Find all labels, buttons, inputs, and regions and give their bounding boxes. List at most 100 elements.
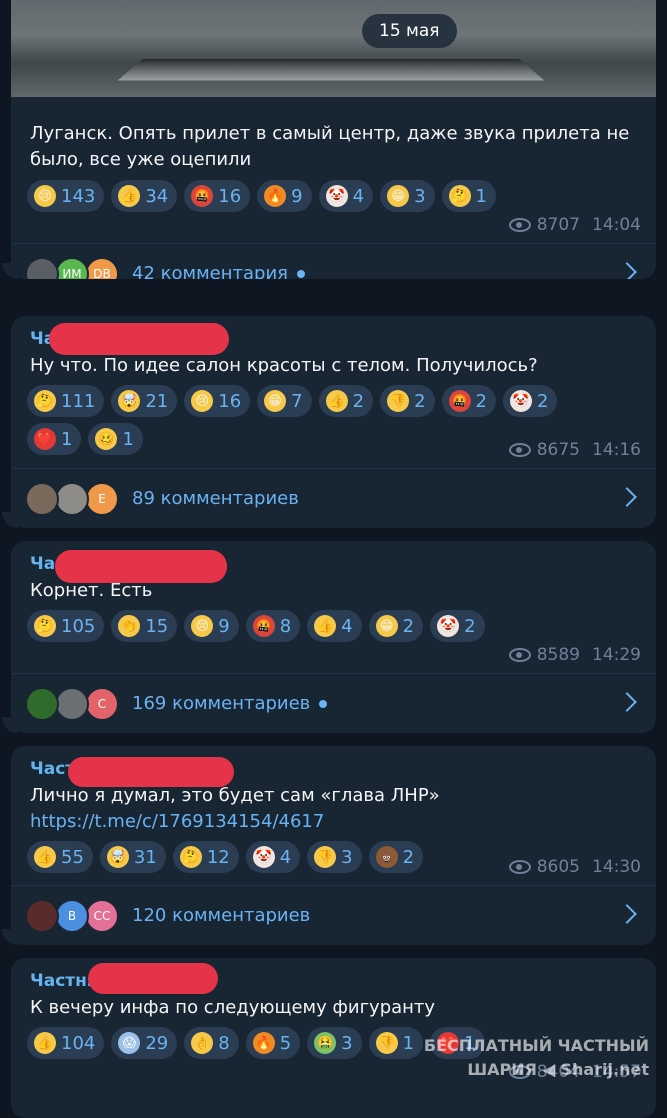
reaction-emoji-icon: 🤔 bbox=[179, 846, 202, 868]
commenter-avatar: B bbox=[55, 899, 89, 933]
comments-count[interactable]: 169 комментариев bbox=[132, 674, 328, 733]
comments-bar[interactable]: B CC 120 комментариев bbox=[11, 885, 656, 945]
reaction-chip[interactable]: 🤡 4 bbox=[318, 180, 374, 212]
reaction-chip[interactable]: 🥴 1 bbox=[88, 423, 143, 455]
post-text: Корнет. Есть bbox=[30, 580, 153, 601]
views-count: 8707 bbox=[536, 215, 580, 235]
reaction-chip[interactable]: 🤔 1 bbox=[441, 180, 496, 212]
reaction-emoji-icon: 👍 bbox=[325, 390, 348, 412]
reaction-count: 3 bbox=[414, 185, 426, 207]
reaction-chip[interactable]: 👌 8 bbox=[184, 1027, 239, 1059]
reaction-emoji-icon: 🤔 bbox=[34, 615, 56, 637]
reaction-chip[interactable]: 👍 2 bbox=[318, 385, 374, 417]
reaction-chip[interactable]: 👎 3 bbox=[307, 841, 362, 873]
reaction-chip[interactable]: 🤔 105 bbox=[27, 610, 105, 642]
reaction-chip[interactable]: ❤️ 1 bbox=[27, 423, 82, 455]
reaction-chip[interactable]: 😱 29 bbox=[111, 1027, 178, 1059]
comments-count[interactable]: 120 комментариев bbox=[132, 886, 310, 945]
reaction-chip[interactable]: 🤡 2 bbox=[502, 385, 558, 417]
post-text: Луганск. Опять прилет в самый центр, даж… bbox=[30, 123, 630, 170]
reaction-chip[interactable]: 🤔 111 bbox=[27, 385, 105, 417]
reaction-chip[interactable]: 😁 3 bbox=[380, 180, 435, 212]
bubble-tail bbox=[2, 512, 18, 528]
chevron-right-icon[interactable] bbox=[617, 692, 637, 712]
reaction-chip[interactable]: 👍 34 bbox=[111, 180, 178, 212]
post-photo[interactable] bbox=[11, 0, 656, 97]
post-2[interactable]: Ча…РИЯ Корнет. Есть 🤔105👏15😢9🤬8👍4😁2🤡2 85… bbox=[11, 541, 656, 733]
comments-bar[interactable]: ИМ DB 42 комментария bbox=[11, 243, 656, 279]
reaction-chip[interactable]: 👎 1 bbox=[368, 1027, 424, 1059]
reaction-chip[interactable]: 👍 4 bbox=[307, 610, 362, 642]
reaction-count: 7 bbox=[291, 390, 303, 412]
reaction-chip[interactable]: 🤬 16 bbox=[184, 180, 251, 212]
post-0[interactable]: Луганск. Опять прилет в самый центр, даж… bbox=[11, 0, 656, 279]
chevron-right-icon[interactable] bbox=[617, 262, 637, 279]
reaction-chip[interactable]: 👍 55 bbox=[27, 841, 93, 873]
commenter-avatar bbox=[55, 482, 89, 516]
reaction-chip[interactable]: 💩 2 bbox=[368, 841, 424, 873]
commenter-avatar bbox=[25, 257, 59, 279]
reaction-emoji-icon: 👏 bbox=[118, 615, 141, 637]
reaction-chip[interactable]: 🤡 2 bbox=[430, 610, 485, 642]
chevron-right-icon[interactable] bbox=[617, 487, 637, 507]
comments-count[interactable]: 42 комментария bbox=[132, 244, 305, 279]
photo-object bbox=[117, 58, 545, 81]
reaction-chip[interactable]: 🤮 3 bbox=[307, 1027, 362, 1059]
reaction-chip[interactable]: 😢 9 bbox=[184, 610, 239, 642]
comments-bar[interactable]: C 169 комментариев bbox=[11, 673, 656, 733]
reaction-chip[interactable]: 🔥 5 bbox=[245, 1027, 301, 1059]
reaction-chip[interactable]: 😢 16 bbox=[184, 385, 251, 417]
reaction-count: 2 bbox=[352, 390, 365, 412]
reaction-chip[interactable]: 🤯 31 bbox=[99, 841, 166, 873]
post-meta: 8675 14:16 bbox=[508, 440, 641, 460]
post-1[interactable]: Ча…РИЯ Ну что. По идее салон красоты с т… bbox=[11, 316, 656, 528]
reaction-chip[interactable]: 🤬 2 bbox=[441, 385, 496, 417]
views-count: 8675 bbox=[536, 440, 580, 460]
reaction-emoji-icon: 👍 bbox=[34, 846, 56, 868]
reaction-emoji-icon: 😁 bbox=[264, 390, 287, 412]
watermark: БЕСПЛАТНЫЙ ЧАСТНЫЙ ШАРИЯ ◀ Sharij.net bbox=[424, 1034, 649, 1082]
post-link[interactable]: https://t.me/c/1769134154/4617 bbox=[30, 811, 324, 832]
comments-label: 120 комментариев bbox=[132, 905, 311, 926]
reaction-chip[interactable]: 😁 2 bbox=[368, 610, 424, 642]
reaction-count: 1 bbox=[402, 1032, 415, 1054]
reaction-chip[interactable]: 🔥 9 bbox=[257, 180, 312, 212]
post-3[interactable]: Част…РИЯ Лично я думал, это будет сам «г… bbox=[11, 746, 656, 945]
commenter-avatar: ИМ bbox=[55, 257, 89, 279]
commenter-avatar bbox=[55, 687, 89, 721]
reactions-row: 👍 104 😱 29 👌 8 🔥 5 🤮 3 👎 1 ❤️ 1 bbox=[27, 1027, 485, 1059]
chevron-right-icon[interactable] bbox=[617, 904, 637, 924]
commenter-avatar bbox=[25, 482, 59, 516]
reaction-chip[interactable]: 😁 7 bbox=[257, 385, 312, 417]
commenter-avatar: C bbox=[85, 687, 119, 721]
reaction-emoji-icon: 👍 bbox=[34, 1032, 56, 1054]
reaction-chip[interactable]: 🤬 8 bbox=[245, 610, 301, 642]
reaction-emoji-icon: 👎 bbox=[375, 1032, 398, 1054]
watermark-site: Sharij.net bbox=[560, 1060, 649, 1079]
reaction-emoji-icon: 🤮 bbox=[314, 1032, 337, 1054]
reaction-count: 3 bbox=[341, 846, 353, 868]
comments-count[interactable]: 89 комментариев bbox=[132, 469, 299, 528]
reaction-emoji-icon: 👎 bbox=[387, 390, 410, 412]
reaction-chip[interactable]: 🤔 12 bbox=[172, 841, 239, 873]
reaction-count: 8 bbox=[218, 1032, 230, 1054]
reactions-row: 👍 55 🤯 31 🤔 12 🤡 4 👎 3 💩 2 bbox=[27, 841, 424, 873]
reaction-chip[interactable]: 👏 15 bbox=[111, 610, 178, 642]
watermark-line: ШАРИЯ ◀ Sharij.net bbox=[467, 1060, 649, 1079]
reaction-chip[interactable]: 👍 104 bbox=[27, 1027, 105, 1059]
reaction-chip[interactable]: 🤡 4 bbox=[245, 841, 301, 873]
comments-bar[interactable]: E 89 комментариев bbox=[11, 468, 656, 528]
reaction-emoji-icon: 🤔 bbox=[34, 390, 56, 412]
reaction-chip[interactable]: 🤯 21 bbox=[111, 385, 178, 417]
post-text-body: Лично я думал, это будет сам «глава ЛНР» bbox=[30, 785, 440, 806]
reaction-chip[interactable]: 👎 2 bbox=[380, 385, 435, 417]
reaction-count: 4 bbox=[352, 185, 365, 207]
unread-dot bbox=[319, 700, 328, 708]
reaction-emoji-icon: 👌 bbox=[191, 1032, 214, 1054]
reaction-count: 29 bbox=[145, 1032, 169, 1054]
reaction-chip[interactable]: 😢 143 bbox=[27, 180, 105, 212]
post-text: К вечеру инфа по следующему фигуранту bbox=[30, 997, 436, 1018]
reaction-emoji-icon: 🤡 bbox=[325, 185, 348, 207]
reaction-count: 2 bbox=[402, 615, 415, 637]
reaction-count: 55 bbox=[61, 846, 84, 868]
